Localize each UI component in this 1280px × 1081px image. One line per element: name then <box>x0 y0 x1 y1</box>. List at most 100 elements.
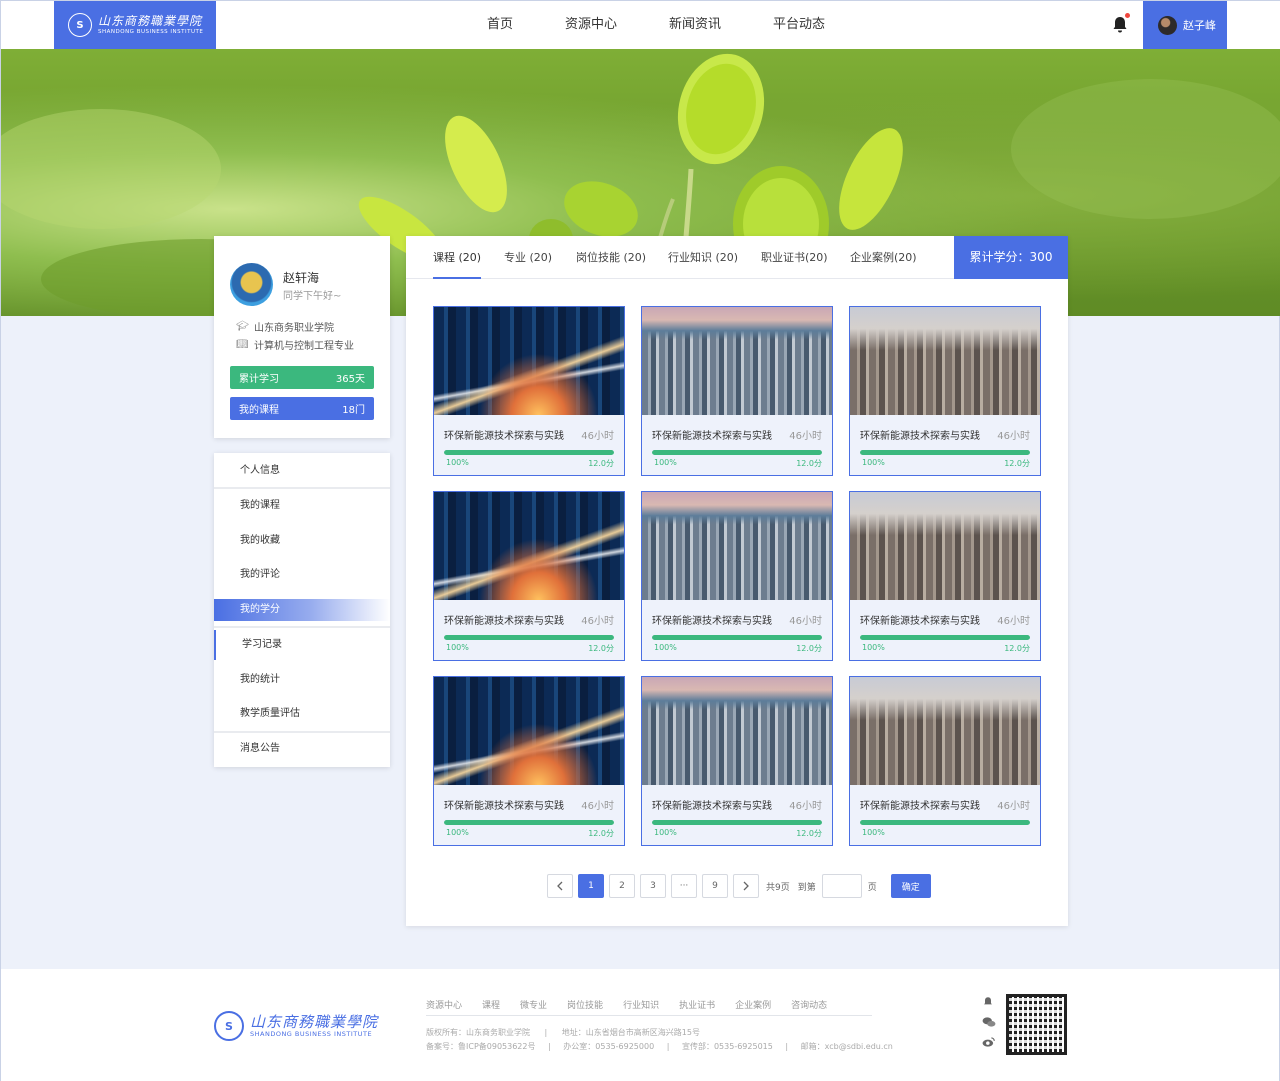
course-title[interactable]: 环保新能源技术探索与实践 <box>860 612 980 627</box>
tab-courses[interactable]: 课程 (20) <box>433 236 482 279</box>
total-credits-badge: 累计学分：300 <box>954 236 1068 279</box>
nav-home[interactable]: 首页 <box>461 1 539 49</box>
logo-chinese-name: 山东商務職業學院 <box>250 1012 379 1031</box>
my-courses-count[interactable]: 我的课程 18门 <box>230 397 374 420</box>
course-title[interactable]: 环保新能源技术探索与实践 <box>444 427 564 442</box>
progress-bar <box>444 450 614 455</box>
tab-certificates[interactable]: 职业证书(20) <box>761 236 828 279</box>
tab-industry-knowledge[interactable]: 行业知识 (20) <box>668 236 738 279</box>
confirm-button[interactable]: 确定 <box>890 874 931 898</box>
notification-dot <box>1125 13 1130 18</box>
footer-info-row-2: 备案号：鲁ICP备09053622号 | 办公室：0535-6925000 | … <box>426 1042 893 1051</box>
sidebar-item-teaching-evaluation[interactable]: 教学质量评估 <box>214 699 390 729</box>
sidebar-item-credits[interactable]: 我的学分 <box>214 599 390 621</box>
course-thumbnail[interactable] <box>642 677 832 785</box>
course-hours: 46小时 <box>581 616 614 627</box>
nav-news[interactable]: 新闻资讯 <box>643 1 747 49</box>
course-card[interactable]: 环保新能源技术探索与实践 46小时 100% <box>849 676 1041 846</box>
course-title[interactable]: 环保新能源技术探索与实践 <box>444 612 564 627</box>
course-thumbnail[interactable] <box>850 677 1040 785</box>
footer-link[interactable]: 企业案例 <box>735 998 771 1015</box>
page-9-button[interactable]: 9 <box>702 874 728 898</box>
page-1-button[interactable]: 1 <box>578 874 604 898</box>
course-title[interactable]: 环保新能源技术探索与实践 <box>860 427 980 442</box>
weibo-icon[interactable] <box>982 1036 996 1048</box>
sidebar-item-comments[interactable]: 我的评论 <box>214 560 390 590</box>
course-hours: 46小时 <box>997 616 1030 627</box>
course-card[interactable]: 环保新能源技术探索与实践 46小时 100% 12.0分 <box>433 676 625 846</box>
qq-icon[interactable] <box>982 996 994 1008</box>
course-thumbnail[interactable] <box>850 492 1040 600</box>
course-title[interactable]: 环保新能源技术探索与实践 <box>444 797 564 812</box>
tab-enterprise-cases[interactable]: 企业案例(20) <box>850 236 917 279</box>
course-card[interactable]: 环保新能源技术探索与实践 46小时 100% 12.0分 <box>641 676 833 846</box>
tab-majors[interactable]: 专业 (20) <box>504 236 552 279</box>
nav-resources[interactable]: 资源中心 <box>539 1 643 49</box>
page-number-input[interactable] <box>821 874 862 898</box>
next-page-button[interactable] <box>733 874 759 898</box>
progress-percent: 100% <box>862 643 885 652</box>
page-unit-label: 页 <box>867 882 877 893</box>
course-card[interactable]: 环保新能源技术探索与实践 46小时 100% 12.0分 <box>641 306 833 476</box>
menu-divider <box>214 626 390 628</box>
school-info: 🎓︎ 山东商务职业学院 <box>236 319 334 334</box>
stat-label: 累计学习 <box>239 374 279 385</box>
course-thumbnail[interactable] <box>642 492 832 600</box>
sidebar-item-favorites[interactable]: 我的收藏 <box>214 526 390 556</box>
avatar <box>1158 15 1177 35</box>
total-study-days[interactable]: 累计学习 365天 <box>230 366 374 389</box>
school-seal-icon: S <box>214 1011 244 1041</box>
major-info: 📖︎ 计算机与控制工程专业 <box>236 337 354 352</box>
page-ellipsis[interactable]: ··· <box>671 874 697 898</box>
progress-bar <box>860 450 1030 455</box>
footer-link[interactable]: 微专业 <box>520 998 547 1015</box>
wechat-icon[interactable] <box>982 1016 996 1028</box>
course-score: 12.0分 <box>1004 644 1030 653</box>
course-hours: 46小时 <box>581 431 614 442</box>
bell-icon[interactable] <box>1110 15 1130 35</box>
progress-bar-fill <box>860 820 1030 825</box>
course-score: 12.0分 <box>588 829 614 838</box>
prev-page-button[interactable] <box>547 874 573 898</box>
course-thumbnail[interactable] <box>642 307 832 415</box>
course-card[interactable]: 环保新能源技术探索与实践 46小时 100% 12.0分 <box>433 491 625 661</box>
sidebar-item-personal-info[interactable]: 个人信息 <box>214 456 390 486</box>
footer-link[interactable]: 行业知识 <box>623 998 659 1015</box>
course-card[interactable]: 环保新能源技术探索与实践 46小时 100% 12.0分 <box>849 491 1041 661</box>
book-icon: 📖︎ <box>236 339 249 350</box>
footer-link[interactable]: 执业证书 <box>679 998 715 1015</box>
sidebar-item-study-records[interactable]: 学习记录 <box>214 630 390 660</box>
course-card[interactable]: 环保新能源技术探索与实践 46小时 100% 12.0分 <box>641 491 833 661</box>
course-title[interactable]: 环保新能源技术探索与实践 <box>652 797 772 812</box>
copyright-text: 版权所有：山东商务职业学院 <box>426 1028 530 1037</box>
course-card[interactable]: 环保新能源技术探索与实践 46小时 100% 12.0分 <box>433 306 625 476</box>
avatar[interactable] <box>230 263 273 306</box>
course-thumbnail[interactable] <box>850 307 1040 415</box>
site-logo[interactable]: S 山东商務職業學院 SHANDONG BUSINESS INSTITUTE <box>54 1 216 49</box>
office-phone: 办公室：0535-6925000 <box>563 1042 655 1051</box>
sidebar-item-my-courses[interactable]: 我的课程 <box>214 491 390 521</box>
footer-link[interactable]: 岗位技能 <box>567 998 603 1015</box>
course-title[interactable]: 环保新能源技术探索与实践 <box>652 427 772 442</box>
footer-logo[interactable]: S 山东商務職業學院 SHANDONG BUSINESS INSTITUTE <box>214 1011 378 1041</box>
sidebar-item-announcements[interactable]: 消息公告 <box>214 734 390 764</box>
page-2-button[interactable]: 2 <box>609 874 635 898</box>
page-3-button[interactable]: 3 <box>640 874 666 898</box>
course-title[interactable]: 环保新能源技术探索与实践 <box>652 612 772 627</box>
sidebar-item-statistics[interactable]: 我的统计 <box>214 665 390 695</box>
progress-percent: 100% <box>654 643 677 652</box>
footer-link[interactable]: 咨询动态 <box>791 998 827 1015</box>
user-menu[interactable]: 赵子峰 <box>1143 1 1227 49</box>
tab-job-skills[interactable]: 岗位技能 (20) <box>576 236 646 279</box>
social-icons <box>982 996 996 1048</box>
footer-link[interactable]: 资源中心 <box>426 998 462 1015</box>
course-hours: 46小时 <box>997 431 1030 442</box>
nav-platform[interactable]: 平台动态 <box>747 1 851 49</box>
stat-value: 365天 <box>335 374 365 385</box>
footer-link[interactable]: 课程 <box>482 998 500 1015</box>
course-thumbnail[interactable] <box>434 492 624 600</box>
course-thumbnail[interactable] <box>434 677 624 785</box>
course-card[interactable]: 环保新能源技术探索与实践 46小时 100% 12.0分 <box>849 306 1041 476</box>
course-title[interactable]: 环保新能源技术探索与实践 <box>860 797 980 812</box>
course-thumbnail[interactable] <box>434 307 624 415</box>
